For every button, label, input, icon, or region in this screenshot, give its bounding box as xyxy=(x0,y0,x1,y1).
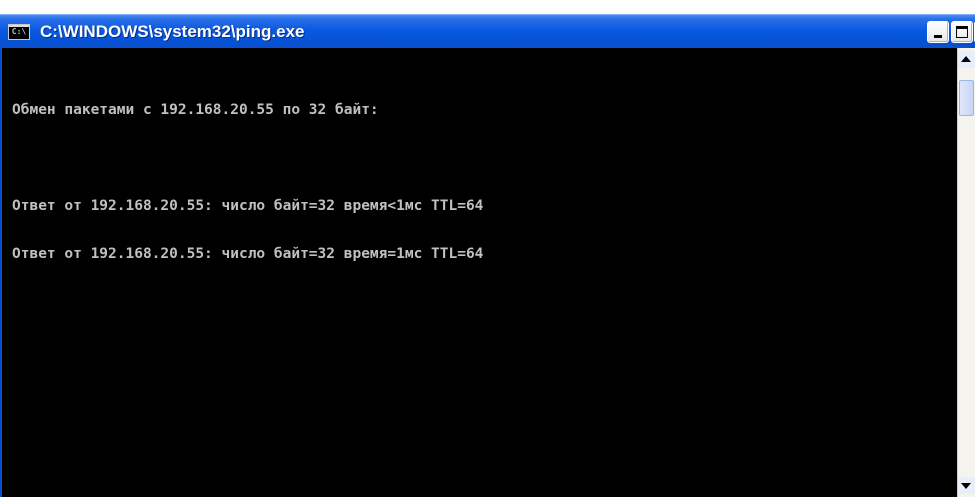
vertical-scrollbar[interactable] xyxy=(957,48,975,497)
maximize-button[interactable] xyxy=(951,21,973,43)
arrow-up-icon xyxy=(961,56,971,62)
console-line-blank xyxy=(12,150,483,166)
console-app-icon[interactable]: C:\ xyxy=(8,24,30,40)
console-window: C:\ C:\WINDOWS\system32\ping.exe × Обмен… xyxy=(0,0,975,497)
console-line: Ответ от 192.168.20.55: число байт=32 вр… xyxy=(12,246,484,262)
maximize-icon xyxy=(956,26,968,38)
console-line: Ответ от 192.168.20.55: число байт=32 вр… xyxy=(12,198,484,214)
minimize-icon xyxy=(934,35,942,38)
scroll-down-button[interactable] xyxy=(958,477,975,494)
console-output-area[interactable]: Обмен пакетами с 192.168.20.55 по 32 бай… xyxy=(0,48,957,497)
arrow-down-icon xyxy=(961,483,971,489)
window-title: C:\WINDOWS\system32\ping.exe xyxy=(40,22,305,41)
console-output: Обмен пакетами с 192.168.20.55 по 32 бай… xyxy=(12,70,483,294)
title-bar[interactable]: C:\ C:\WINDOWS\system32\ping.exe × xyxy=(0,14,975,48)
scrollbar-thumb[interactable] xyxy=(959,80,974,116)
console-line: Обмен пакетами с 192.168.20.55 по 32 бай… xyxy=(12,102,379,118)
minimize-button[interactable] xyxy=(927,21,949,43)
scroll-up-button[interactable] xyxy=(958,51,975,68)
